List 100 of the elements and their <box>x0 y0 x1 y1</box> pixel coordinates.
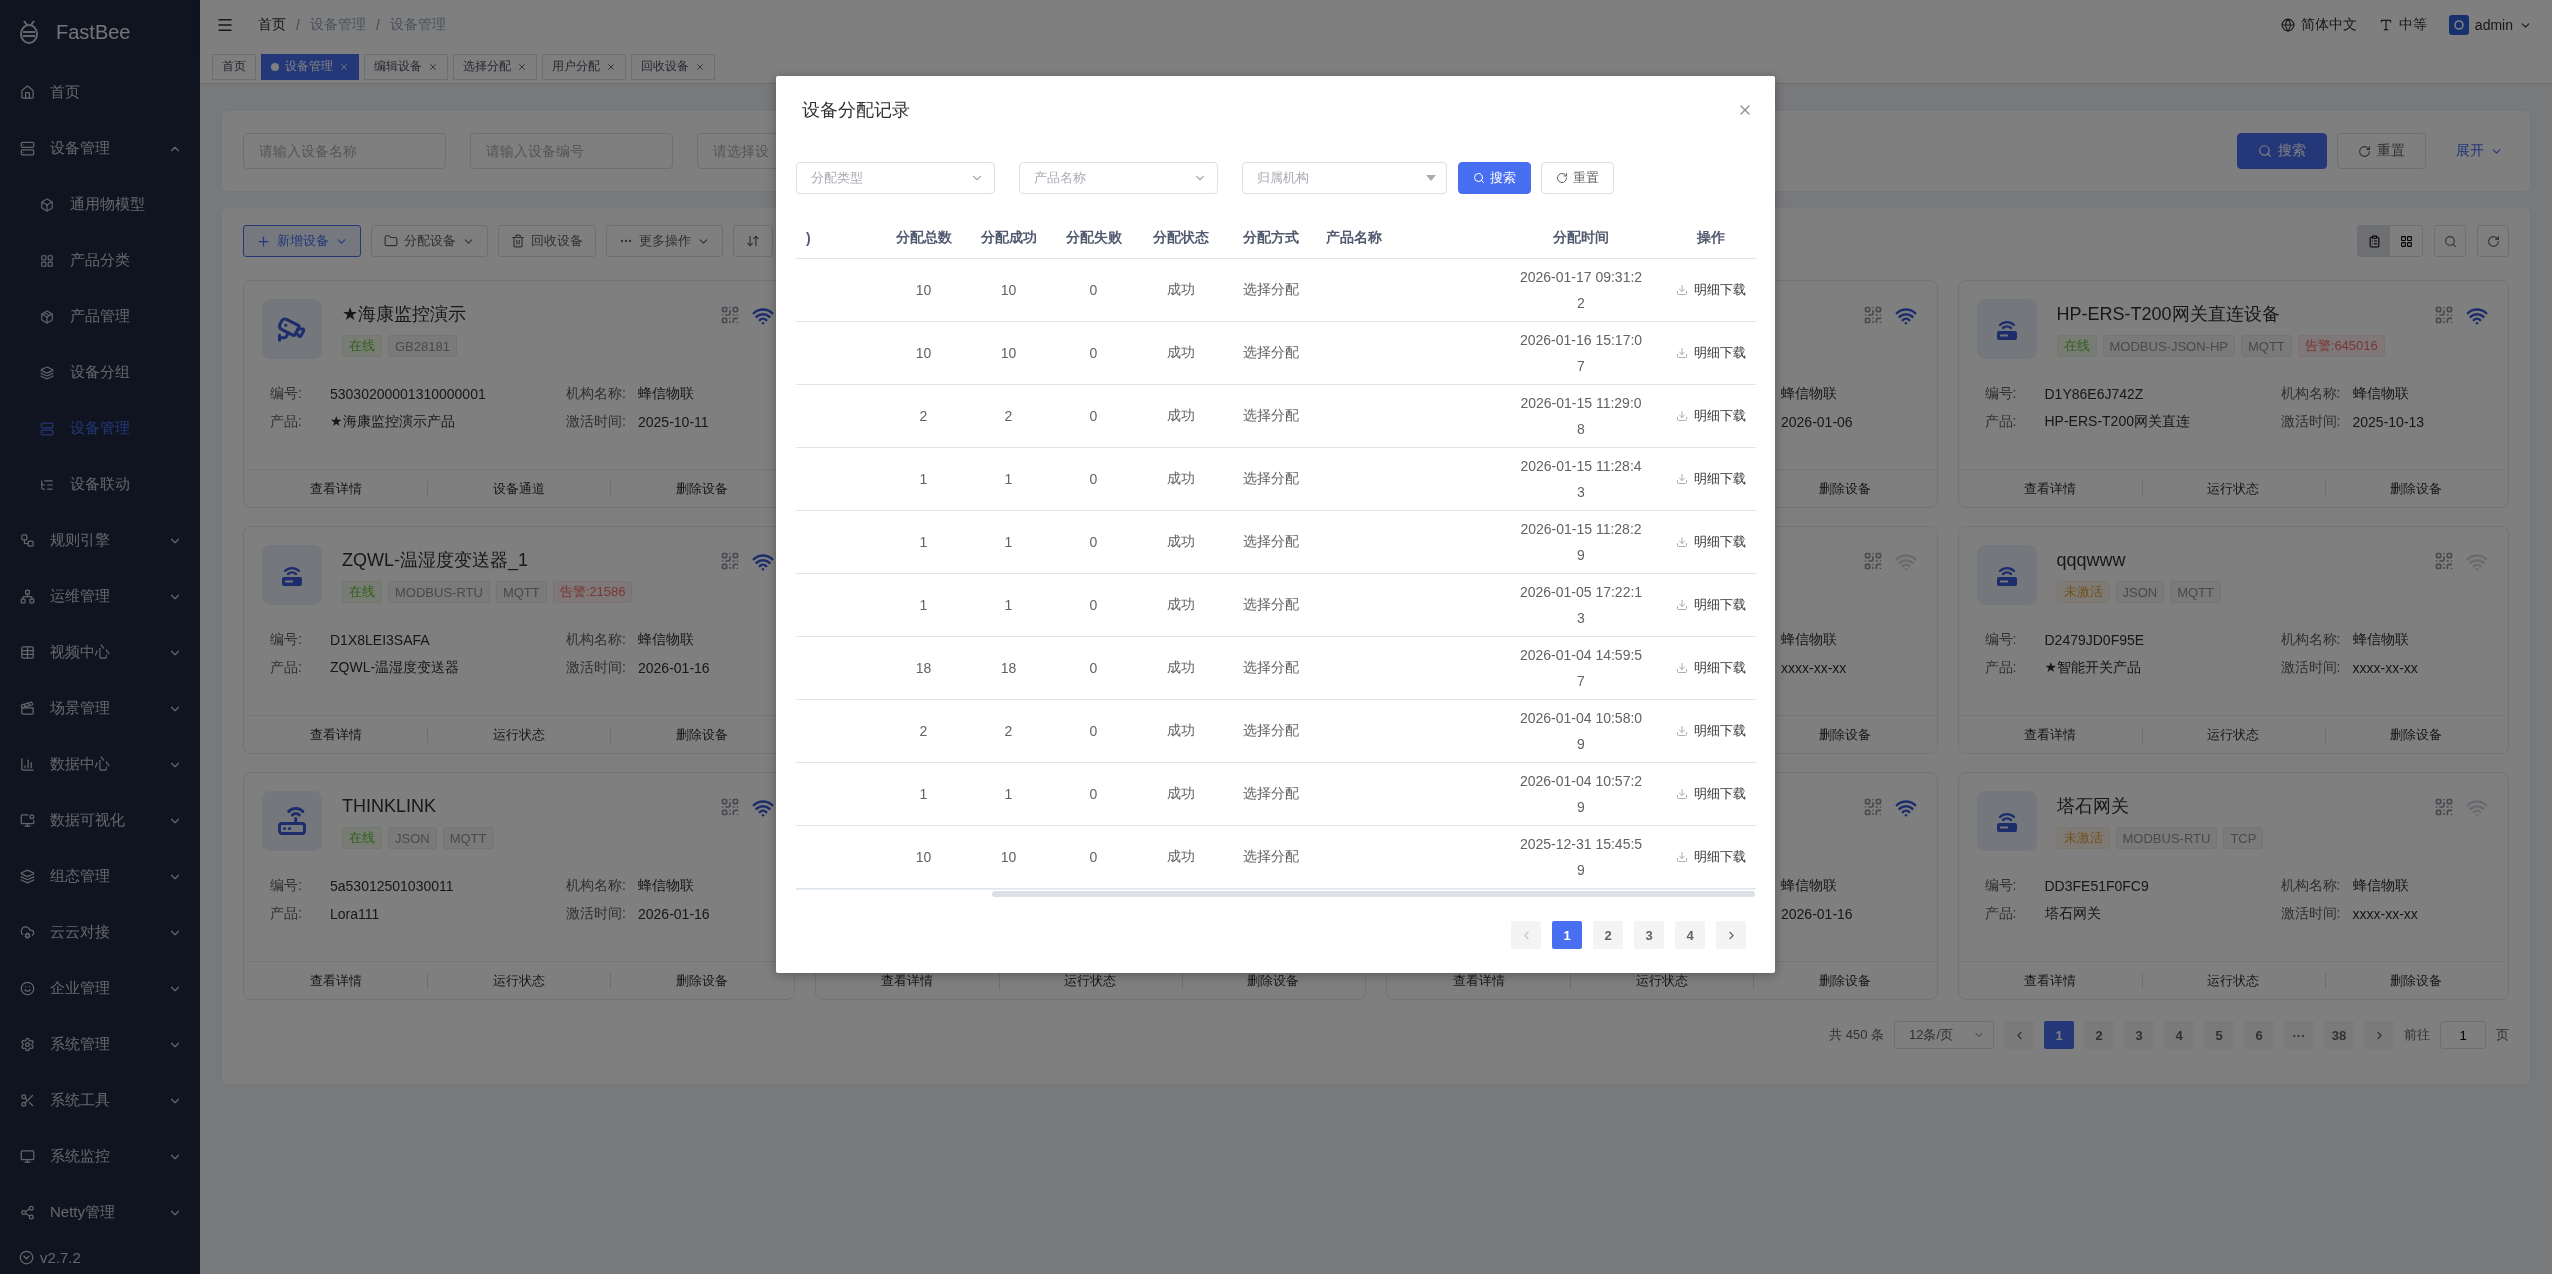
language-menu[interactable]: 简体中文 <box>2280 16 2357 34</box>
download-link[interactable]: 明细下载 <box>1676 280 1746 299</box>
info-value: DD3FE51F0FC9 <box>2044 878 2149 894</box>
menu-item[interactable]: 规则引擎 <box>0 512 200 569</box>
menu-item[interactable]: 设备联动 <box>0 456 200 513</box>
info-value: xxxx-xx-xx <box>2352 660 2418 676</box>
breadcrumb-link[interactable]: 首页 <box>258 16 286 34</box>
reset-button[interactable]: 重置 <box>2337 133 2426 169</box>
toolbar-button[interactable]: 分配设备 <box>371 225 488 257</box>
card-action[interactable]: 删除设备 <box>2324 469 2508 508</box>
card-action[interactable]: 删除设备 <box>1181 961 1365 1000</box>
card-action[interactable]: 运行状态 <box>2141 469 2325 508</box>
menu-item[interactable]: 企业管理 <box>0 960 200 1017</box>
download-link[interactable]: 明细下载 <box>1676 784 1746 803</box>
table-cell: 10 <box>966 825 1051 888</box>
download-link[interactable]: 明细下载 <box>1676 658 1746 677</box>
page-button[interactable]: 38 <box>2324 1021 2354 1049</box>
page-button[interactable]: 3 <box>1634 921 1664 949</box>
menu-item[interactable]: 运维管理 <box>0 568 200 625</box>
menu-item[interactable]: 组态管理 <box>0 848 200 905</box>
info-value: xxxx-xx-xx <box>2352 906 2418 922</box>
menu-item[interactable]: 产品分类 <box>0 232 200 289</box>
table-cell: 成功 <box>1136 636 1226 699</box>
user-menu[interactable]: admin <box>2448 15 2532 35</box>
select-field[interactable]: 归属机构 <box>1242 162 1447 194</box>
menu-item[interactable]: 通用物模型 <box>0 176 200 233</box>
card-action[interactable]: 查看详情 <box>1958 961 2142 1000</box>
card-action[interactable]: 查看详情 <box>1958 715 2142 754</box>
card-action[interactable]: 查看详情 <box>1387 961 1571 1000</box>
card-action[interactable]: 删除设备 <box>610 469 794 508</box>
card-action[interactable]: 查看详情 <box>244 715 428 754</box>
download-link[interactable]: 明细下载 <box>1676 469 1746 488</box>
card-action[interactable]: 运行状态 <box>998 961 1182 1000</box>
table-cell: 选择分配 <box>1226 573 1316 636</box>
menu-item[interactable]: 系统管理 <box>0 1016 200 1073</box>
page-tab[interactable]: 设备管理 <box>261 53 359 80</box>
card-action[interactable]: 查看详情 <box>815 961 999 1000</box>
page-button[interactable]: ··· <box>2284 1021 2314 1049</box>
info-label: 产品: <box>270 905 302 923</box>
page-tab[interactable]: 回收设备 <box>631 53 715 80</box>
expand-link[interactable]: 展开 <box>2450 141 2509 161</box>
dialog-title: 设备分配记录 <box>802 99 910 122</box>
page-button[interactable]: 4 <box>2164 1021 2194 1049</box>
page-size-select[interactable]: 12条/页 <box>1894 1021 1994 1049</box>
page-tab[interactable]: 首页 <box>212 53 256 80</box>
menu-item[interactable]: Netty管理 <box>0 1184 200 1241</box>
page-input[interactable]: 1 <box>2440 1021 2486 1049</box>
menu-item[interactable]: 系统监控 <box>0 1128 200 1185</box>
download-link[interactable]: 明细下载 <box>1676 721 1746 740</box>
menu-item[interactable]: 设备分组 <box>0 344 200 401</box>
select-field[interactable]: 产品名称 <box>1019 162 1218 194</box>
card-action[interactable]: 运行状态 <box>427 715 611 754</box>
download-link[interactable]: 明细下载 <box>1676 406 1746 425</box>
card-action[interactable]: 设备通道 <box>427 469 611 508</box>
menu-item[interactable]: 云云对接 <box>0 904 200 961</box>
menu-item[interactable]: 首页 <box>0 64 200 121</box>
card-action[interactable]: 运行状态 <box>427 961 611 1000</box>
card-action[interactable]: 查看详情 <box>244 961 428 1000</box>
toolbar-button[interactable]: 更多操作 <box>606 225 723 257</box>
menu-item[interactable]: 产品管理 <box>0 288 200 345</box>
card-action[interactable]: 运行状态 <box>1570 961 1754 1000</box>
page-button[interactable]: 6 <box>2244 1021 2274 1049</box>
menu-item[interactable]: 场景管理 <box>0 680 200 737</box>
card-action[interactable]: 删除设备 <box>1753 961 1937 1000</box>
page-button[interactable]: 2 <box>1593 921 1623 949</box>
menu-item[interactable]: 视频中心 <box>0 624 200 681</box>
card-action[interactable]: 删除设备 <box>610 715 794 754</box>
download-link[interactable]: 明细下载 <box>1676 595 1746 614</box>
font-size-menu[interactable]: 中等 <box>2378 16 2427 34</box>
page-button[interactable]: 4 <box>1675 921 1705 949</box>
page-tab[interactable]: 选择分配 <box>453 53 537 80</box>
card-action[interactable]: 运行状态 <box>2141 715 2325 754</box>
page-button[interactable]: 5 <box>2204 1021 2234 1049</box>
card-action[interactable]: 删除设备 <box>2324 715 2508 754</box>
select-field[interactable]: 分配类型 <box>796 162 995 194</box>
menu-item[interactable]: 数据可视化 <box>0 792 200 849</box>
page-tab[interactable]: 用户分配 <box>542 53 626 80</box>
menu-item[interactable]: 系统工具 <box>0 1072 200 1129</box>
card-action[interactable]: 查看详情 <box>244 469 428 508</box>
card-action[interactable]: 删除设备 <box>1753 715 1937 754</box>
toolbar-button[interactable]: 新增设备 <box>243 225 361 257</box>
card-action[interactable]: 运行状态 <box>2141 961 2325 1000</box>
card-action[interactable]: 删除设备 <box>1753 469 1937 508</box>
card-action[interactable]: 删除设备 <box>610 961 794 1000</box>
card-action[interactable]: 删除设备 <box>2324 961 2508 1000</box>
menu-item[interactable]: 设备管理 <box>0 120 200 177</box>
toolbar-button[interactable]: 回收设备 <box>498 225 596 257</box>
download-link[interactable]: 明细下载 <box>1676 532 1746 551</box>
page-button[interactable]: 3 <box>2124 1021 2154 1049</box>
search-button[interactable]: 搜索 <box>2237 133 2327 169</box>
reset-button[interactable]: 重置 <box>1541 162 1614 194</box>
download-link[interactable]: 明细下载 <box>1676 847 1746 866</box>
search-button[interactable]: 搜索 <box>1458 162 1531 194</box>
page-button[interactable]: 2 <box>2084 1021 2114 1049</box>
download-link[interactable]: 明细下载 <box>1676 343 1746 362</box>
menu-item[interactable]: 数据中心 <box>0 736 200 793</box>
page-button[interactable]: 1 <box>2044 1021 2074 1049</box>
page-button[interactable]: 1 <box>1552 921 1582 949</box>
card-action[interactable]: 查看详情 <box>1958 469 2142 508</box>
page-tab[interactable]: 编辑设备 <box>364 53 448 80</box>
